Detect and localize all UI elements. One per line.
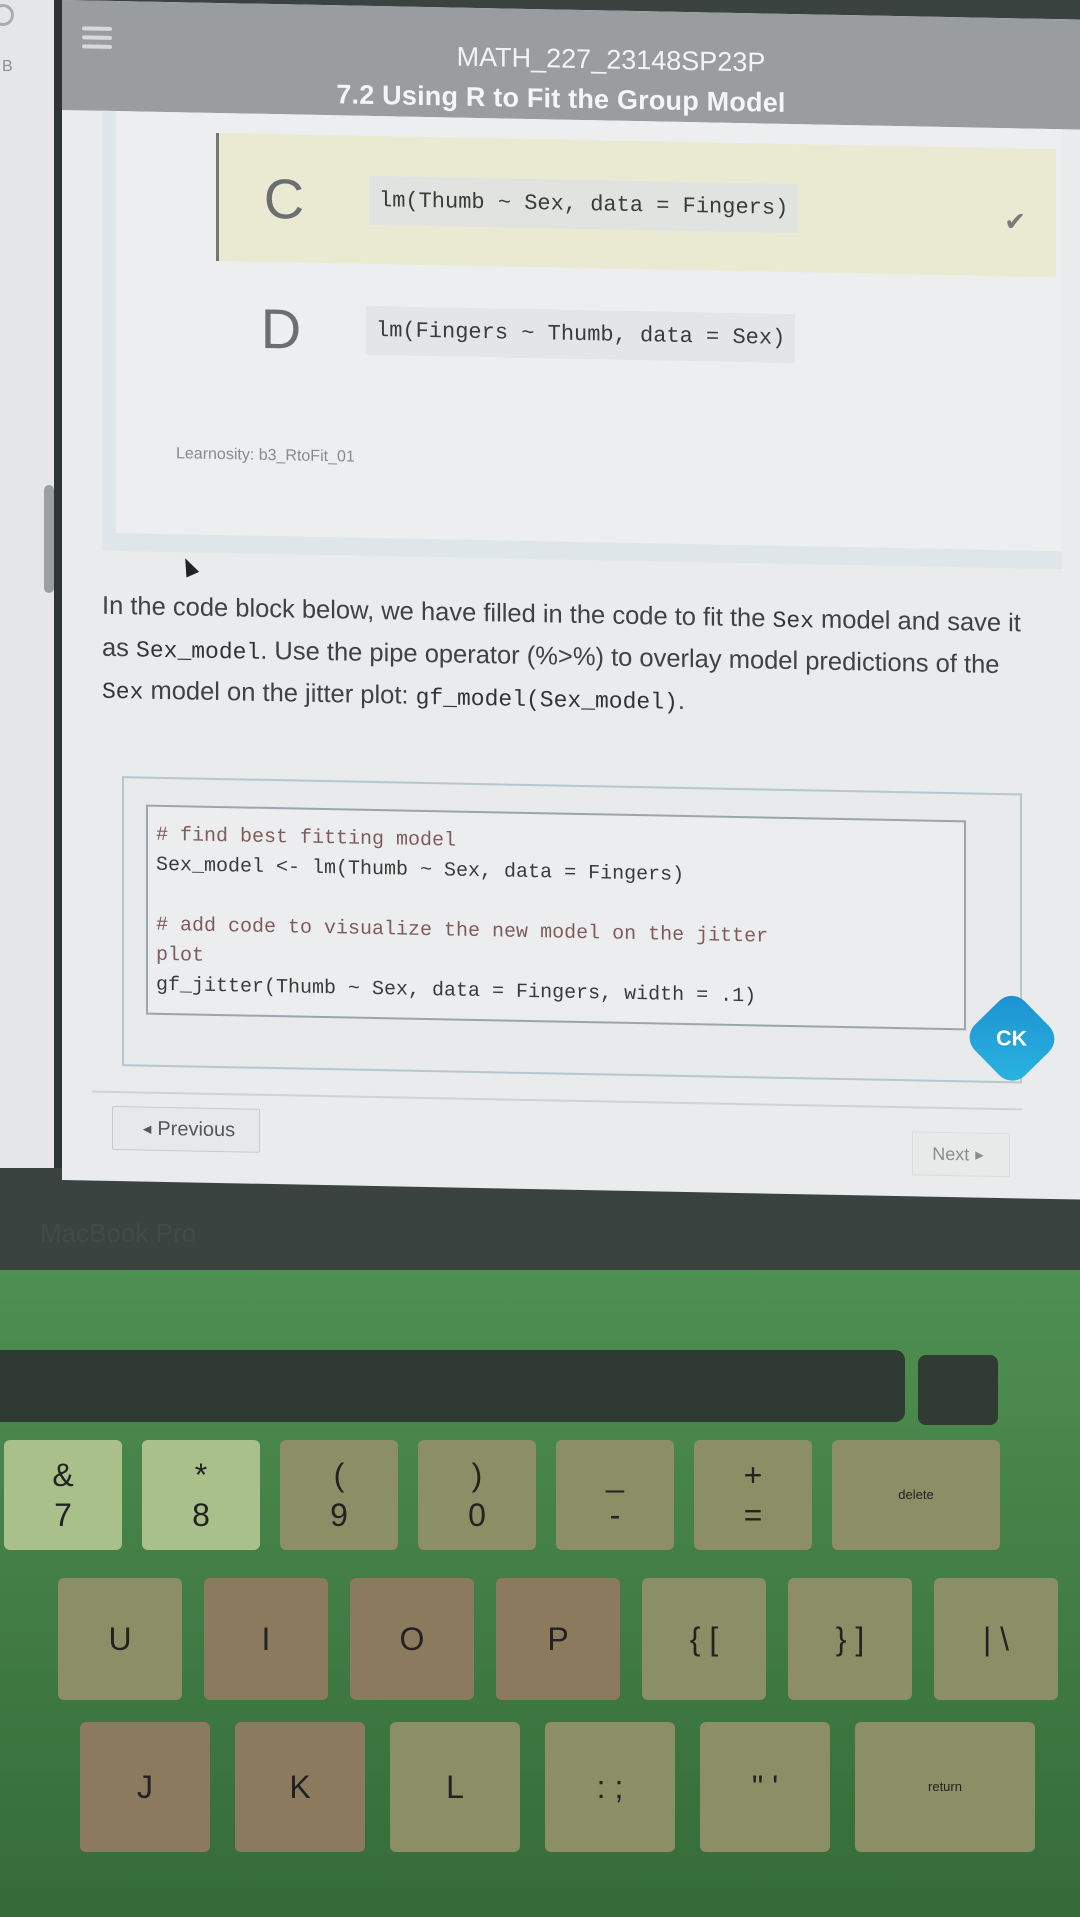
keyboard-key[interactable]: (9 <box>280 1440 398 1550</box>
adjacent-window: B <box>0 0 62 1168</box>
key-label: return <box>928 1779 962 1794</box>
laptop-logo: MacBook Pro <box>40 1218 197 1248</box>
ck-button-label: CK <box>996 1025 1028 1051</box>
ck-button[interactable]: CK <box>962 988 1062 1089</box>
option-letter: C <box>263 166 305 231</box>
option-code: lm(Thumb ~ Sex, data = Fingers) <box>369 175 799 233</box>
key-label: " ' <box>751 1769 779 1805</box>
key-label: J <box>137 1769 153 1805</box>
touch-id-key <box>918 1355 998 1425</box>
next-button[interactable]: Next ▶ <box>912 1131 1010 1178</box>
scrollbar-thumb[interactable] <box>44 485 54 593</box>
key-label: { [ <box>689 1621 719 1657</box>
keyboard-key[interactable]: O <box>350 1578 474 1700</box>
key-label-bottom: 7 <box>54 1497 72 1533</box>
keyboard-key[interactable]: return <box>855 1722 1035 1852</box>
instruction-text: In the code block below, we have filled … <box>102 591 1021 716</box>
mouse-cursor-icon <box>178 555 200 578</box>
next-label: Next <box>932 1143 970 1164</box>
answer-option-d[interactable]: D lm(Fingers ~ Thumb, data = Sex) <box>216 263 1056 407</box>
keyboard-key[interactable]: delete <box>832 1440 1000 1550</box>
key-label-top: _ <box>606 1457 624 1493</box>
key-label-bottom: 9 <box>330 1497 348 1533</box>
key-label-top: + <box>743 1457 763 1493</box>
keyboard-key[interactable]: | \ <box>934 1578 1058 1700</box>
key-label: K <box>289 1769 311 1805</box>
key-label: I <box>261 1621 271 1657</box>
keyboard-key[interactable]: * 8 <box>142 1440 260 1550</box>
circle-icon <box>0 4 14 26</box>
key-label: L <box>446 1769 464 1805</box>
key-label-top: & <box>52 1457 74 1493</box>
key-label: } ] <box>835 1621 865 1657</box>
keyboard-key[interactable]: : ; <box>545 1722 675 1852</box>
previous-label: Previous <box>157 1117 236 1141</box>
keyboard-key[interactable]: U <box>58 1578 182 1700</box>
key-label: O <box>399 1621 425 1657</box>
option-letter: D <box>260 296 302 361</box>
keyboard-key[interactable]: _ - <box>556 1440 674 1550</box>
keyboard-key[interactable]: L <box>390 1722 520 1852</box>
keyboard-key[interactable]: { [ <box>642 1578 766 1700</box>
chevron-right-icon: ▶ <box>975 1149 984 1162</box>
key-label-bottom: 0 <box>468 1497 486 1533</box>
course-window: MATH_227_23148SP23P 7.2 Using R to Fit t… <box>62 0 1080 1200</box>
previous-button[interactable]: ◀ Previous <box>112 1105 260 1153</box>
key-label: P <box>547 1621 569 1657</box>
code-exercise: # find best fitting model Sex_model <- lm… <box>122 776 1062 1089</box>
page-header: MATH_227_23148SP23P 7.2 Using R to Fit t… <box>62 0 1080 130</box>
key-label-bottom: - <box>609 1497 621 1533</box>
keyboard-key[interactable]: " ' <box>700 1722 830 1852</box>
key-label: U <box>108 1621 132 1657</box>
key-label: : ; <box>596 1769 624 1805</box>
keyboard-key[interactable]: ) 0 <box>418 1440 536 1550</box>
key-label-bottom: delete <box>898 1487 934 1502</box>
keyboard-key[interactable]: J <box>80 1722 210 1852</box>
keyboard-key[interactable]: + = <box>694 1440 812 1550</box>
checkmark-icon: ✔ <box>1004 206 1026 237</box>
keyboard-key[interactable]: P <box>496 1578 620 1700</box>
keyboard-key[interactable]: & 7 <box>4 1440 122 1550</box>
laptop-hinge <box>0 1350 905 1422</box>
keyboard-key[interactable]: K <box>235 1722 365 1852</box>
answer-option-c[interactable]: C lm(Thumb ~ Sex, data = Fingers) ✔ <box>216 132 1056 278</box>
key-label-top: * <box>194 1457 208 1493</box>
key-label-bottom: = <box>743 1497 763 1533</box>
key-label: | \ <box>982 1621 1010 1657</box>
key-label-top: ( <box>333 1457 345 1493</box>
code-editor[interactable]: # find best fitting model Sex_model <- lm… <box>146 804 966 1031</box>
learnosity-id: Learnosity: b3_RtoFit_01 <box>176 445 355 466</box>
keyboard-key[interactable]: } ] <box>788 1578 912 1700</box>
key-label-bottom: 8 <box>192 1497 210 1533</box>
adjacent-window-label: B <box>2 58 13 75</box>
question-card: C lm(Thumb ~ Sex, data = Fingers) ✔ D lm… <box>102 110 1062 570</box>
option-code: lm(Fingers ~ Thumb, data = Sex) <box>366 305 796 363</box>
keyboard-key[interactable]: I <box>204 1578 328 1700</box>
chevron-left-icon: ◀ <box>142 1123 152 1136</box>
key-label-top: ) <box>471 1457 483 1493</box>
